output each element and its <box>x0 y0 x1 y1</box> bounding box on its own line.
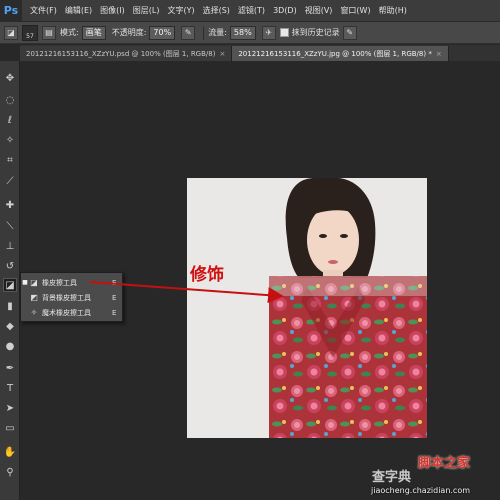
clone-stamp-tool-icon[interactable]: ⊥ <box>3 239 17 253</box>
watermark-url: jiaocheng.chazidian.com <box>371 486 471 495</box>
background-eraser-icon: ◩ <box>30 293 38 302</box>
healing-brush-tool-icon[interactable]: ✚ <box>3 198 17 212</box>
zoom-tool-icon[interactable]: ⚲ <box>3 465 17 479</box>
ps-logo: Ps <box>0 0 22 22</box>
photoshop-window: Ps 文件(F) 编辑(E) 图像(I) 图层(L) 文字(Y) 选择(S) 滤… <box>0 0 500 500</box>
pressure-size-icon[interactable]: ✎ <box>342 25 357 40</box>
flow-label: 流量: <box>208 28 227 37</box>
move-tool-icon[interactable]: ✥ <box>3 71 17 85</box>
tools-panel: ✥ ◌ ℓ ✧ ⌗ ⟋ ✚ ⟍ ⊥ ↺ ◪ ▮ ◆ ● ✒ T ➤ ▭ ✋ ⚲ <box>0 61 20 500</box>
airbrush-icon[interactable]: ✈ <box>261 25 276 40</box>
brush-panel-icon[interactable]: ▤ <box>42 25 56 40</box>
flow-select[interactable]: 58% <box>229 25 256 40</box>
flyout-item-background-eraser[interactable]: ◩ 背景橡皮擦工具 E <box>21 290 122 305</box>
close-icon[interactable]: × <box>219 50 225 58</box>
pressure-opacity-icon[interactable]: ✎ <box>181 25 196 40</box>
menu-bar: Ps 文件(F) 编辑(E) 图像(I) 图层(L) 文字(Y) 选择(S) 滤… <box>0 0 500 22</box>
crop-tool-icon[interactable]: ⌗ <box>3 153 17 167</box>
shortcut-key: E <box>112 278 117 287</box>
type-tool-icon[interactable]: T <box>3 381 17 395</box>
blur-tool-icon[interactable]: ◆ <box>3 319 17 333</box>
close-icon[interactable]: × <box>436 50 442 58</box>
eraser-tool-flyout: ■ ◪ 橡皮擦工具 E ◩ 背景橡皮擦工具 E ✧ 魔术橡皮擦工具 E <box>20 272 123 322</box>
erase-to-history-checkbox[interactable] <box>279 28 289 37</box>
menu-window[interactable]: 窗口(W) <box>336 5 374 16</box>
eraser-tool-preset-icon[interactable]: ◪ <box>4 25 18 40</box>
eraser-tool-icon[interactable]: ◪ <box>3 278 17 292</box>
flyout-item-label: 橡皮擦工具 <box>42 278 77 287</box>
tab-label: 20121216153116_XZzYU.psd @ 100% (图层 1, R… <box>26 50 216 58</box>
shortcut-key: E <box>112 293 117 302</box>
eraser-icon: ◪ <box>30 278 38 287</box>
flyout-item-label: 背景橡皮擦工具 <box>42 293 91 302</box>
menu-3d[interactable]: 3D(D) <box>269 6 301 15</box>
marquee-tool-icon[interactable]: ◌ <box>3 93 17 107</box>
erase-to-history-label: 抹到历史记录 <box>291 28 340 37</box>
quick-selection-tool-icon[interactable]: ✧ <box>3 133 17 147</box>
watermark-right: 脚本之家 <box>418 456 471 471</box>
watermark-left: 查字典 <box>372 470 412 485</box>
flyout-item-label: 魔术橡皮擦工具 <box>42 308 91 317</box>
tab-psd-document[interactable]: 20121216153116_XZzYU.psd @ 100% (图层 1, R… <box>20 46 233 61</box>
dodge-tool-icon[interactable]: ● <box>3 339 17 353</box>
menu-select[interactable]: 选择(S) <box>199 5 234 16</box>
history-brush-tool-icon[interactable]: ↺ <box>3 259 17 273</box>
gradient-tool-icon[interactable]: ▮ <box>3 299 17 313</box>
tab-jpg-document[interactable]: 20121216153116_XZzYU.jpg @ 100% (图层 1, R… <box>232 46 449 61</box>
mode-label: 模式: <box>60 28 79 37</box>
annotation-label: 修饰 <box>190 265 224 285</box>
menu-filter[interactable]: 滤镜(T) <box>234 5 269 16</box>
tab-label: 20121216153116_XZzYU.jpg @ 100% (图层 1, R… <box>238 50 432 58</box>
shape-tool-icon[interactable]: ▭ <box>3 421 17 435</box>
menu-type[interactable]: 文字(Y) <box>163 5 198 16</box>
menu-image[interactable]: 图像(I) <box>96 5 129 16</box>
document-canvas[interactable] <box>187 178 427 438</box>
mode-select[interactable]: 画笔 <box>81 25 106 40</box>
menu-help[interactable]: 帮助(H) <box>375 5 411 16</box>
menu-edit[interactable]: 编辑(E) <box>61 5 96 16</box>
opacity-select[interactable]: 70% <box>149 25 176 40</box>
brush-size-picker[interactable]: 57 <box>22 24 38 41</box>
menu-layer[interactable]: 图层(L) <box>129 5 164 16</box>
document-tab-bar: 20121216153116_XZzYU.psd @ 100% (图层 1, R… <box>20 45 500 61</box>
menu-view[interactable]: 视图(V) <box>301 5 337 16</box>
flyout-item-eraser[interactable]: ■ ◪ 橡皮擦工具 E <box>21 275 122 290</box>
flyout-item-magic-eraser[interactable]: ✧ 魔术橡皮擦工具 E <box>21 305 122 320</box>
opacity-label: 不透明度: <box>111 28 147 37</box>
options-bar: ◪ 57 ▤ 模式: 画笔 不透明度: 70% ✎ 流量: 58% ✈ 抹到历史… <box>0 22 500 44</box>
separator <box>203 25 205 40</box>
photo-of-woman <box>187 178 427 438</box>
selected-bullet-icon: ■ <box>22 279 28 286</box>
hand-tool-icon[interactable]: ✋ <box>3 445 17 459</box>
eyedropper-tool-icon[interactable]: ⟋ <box>3 174 17 188</box>
magic-eraser-icon: ✧ <box>30 308 38 317</box>
path-selection-tool-icon[interactable]: ➤ <box>3 401 17 415</box>
lasso-tool-icon[interactable]: ℓ <box>3 113 17 127</box>
brush-tool-icon[interactable]: ⟍ <box>3 219 17 233</box>
pen-tool-icon[interactable]: ✒ <box>3 361 17 375</box>
shortcut-key: E <box>112 308 117 317</box>
menu-file[interactable]: 文件(F) <box>26 5 61 16</box>
